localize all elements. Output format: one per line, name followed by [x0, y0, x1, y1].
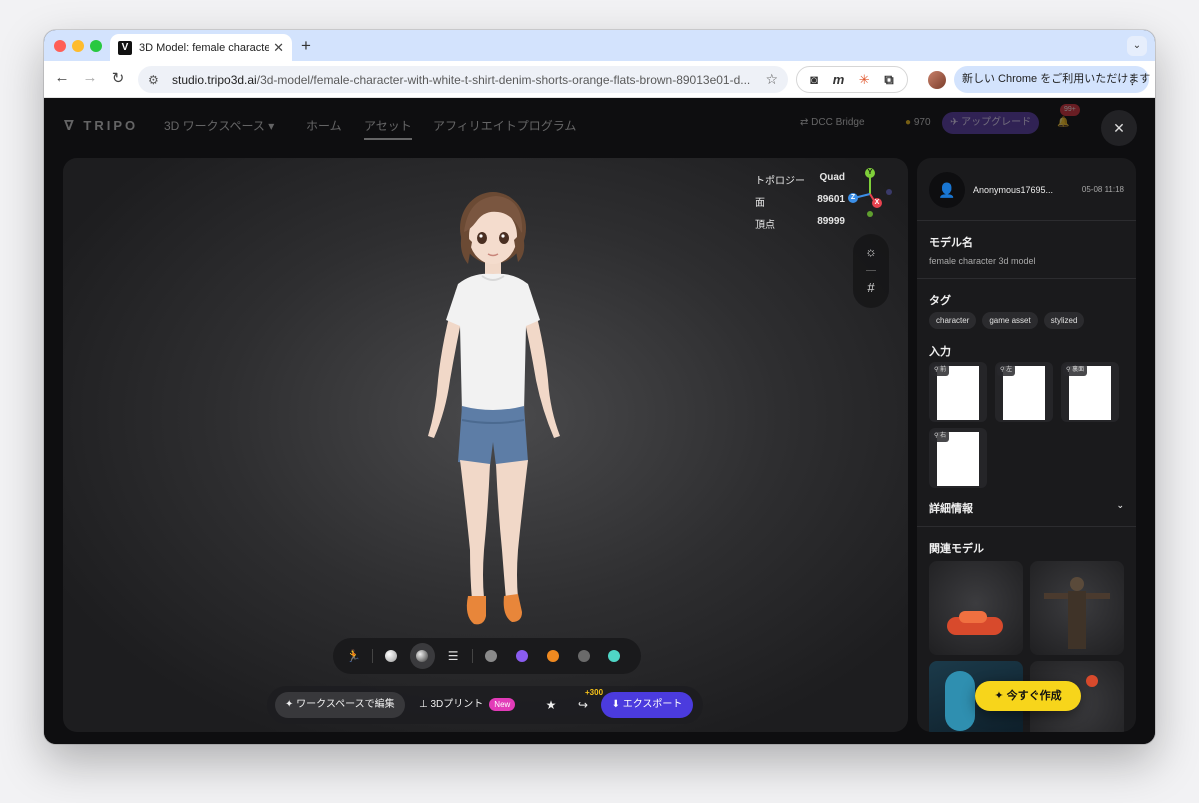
material-toolbar: 🏃 ☰: [333, 638, 641, 674]
browser-toolbar: ← → ↻ ⚙ studio.tripo3d.ai/3d-model/femal…: [44, 61, 1155, 98]
back-icon[interactable]: ←: [52, 69, 72, 86]
shading-solid-button[interactable]: [379, 643, 404, 669]
material-color-1: [484, 650, 497, 662]
sun-icon[interactable]: ☼: [853, 244, 889, 259]
user-icon[interactable]: 👤: [929, 172, 965, 208]
material-color-2: [515, 650, 528, 662]
tag-game-asset[interactable]: game asset: [982, 312, 1038, 329]
m-extension-icon[interactable]: m: [833, 72, 845, 87]
export-button[interactable]: ⬇ エクスポート: [601, 692, 693, 718]
sliders-icon[interactable]: ☰: [441, 643, 466, 669]
model-name-title: モデル名: [929, 237, 973, 249]
input-thumb-back[interactable]: ⚲ 裏面: [1061, 362, 1119, 422]
model-info-panel: 👤 Anonymous17695... 05-08 11:18 モデル名 fem…: [917, 158, 1136, 732]
notification-count: 99+: [1060, 104, 1080, 116]
site-info-icon[interactable]: ⚙: [148, 73, 164, 87]
top-navigation: ∇ TRIPO 3D ワークスペース ▾ ホーム アセット アフィリエイトプログ…: [44, 98, 1155, 150]
material-ball-4[interactable]: [571, 643, 596, 669]
upgrade-button[interactable]: ✈ アップグレード: [942, 112, 1040, 134]
browser-tab[interactable]: V 3D Model: female character w ✕: [110, 34, 292, 61]
details-section[interactable]: 詳細情報 ⌄: [929, 500, 1124, 516]
create-now-button[interactable]: ✦ 今すぐ作成: [975, 681, 1081, 711]
related-model-2[interactable]: [1030, 561, 1124, 655]
author-row: 👤 Anonymous17695... 05-08 11:18: [929, 172, 1124, 208]
created-date: 05-08 11:18: [1081, 185, 1124, 194]
share-points: +300: [585, 688, 604, 697]
character-model[interactable]: [398, 180, 578, 630]
y-axis-icon[interactable]: Y: [865, 168, 875, 178]
asterisk-extension-icon[interactable]: ✳: [859, 72, 870, 88]
workspace-menu[interactable]: 3D ワークスペース ▾: [164, 117, 274, 134]
material-ball-3[interactable]: [540, 643, 565, 669]
close-window-button[interactable]: [54, 40, 66, 52]
tab-title: 3D Model: female character w: [139, 41, 269, 54]
address-bar[interactable]: ⚙ studio.tripo3d.ai/3d-model/female-char…: [138, 66, 788, 93]
credits-badge[interactable]: ● 970: [897, 112, 939, 134]
stat-topology: トポロジー Quad: [755, 172, 845, 187]
nav-home[interactable]: ホーム: [306, 117, 342, 134]
edit-in-workspace-button[interactable]: ✦ ワークスペースで編集: [275, 692, 405, 718]
reload-icon[interactable]: ↻: [108, 69, 128, 87]
chrome-update-button[interactable]: 新しい Chrome をご利用いただけます ⋮: [954, 66, 1150, 93]
maximize-window-button[interactable]: [90, 40, 102, 52]
dcc-bridge-button[interactable]: ⇄ DCC Bridge: [792, 112, 873, 134]
stat-faces: 面 89601: [755, 194, 845, 209]
star-icon[interactable]: ★: [539, 692, 563, 718]
new-tab-button[interactable]: +: [301, 36, 311, 56]
tag-character[interactable]: character: [929, 312, 977, 329]
viewer-tools: ☼ #: [853, 234, 889, 308]
action-bar: ✦ ワークスペースで編集 ⊥ 3Dプリント New ★ ↪ +300 ⬇ エクスポ…: [267, 686, 703, 724]
material-ball-5[interactable]: [602, 643, 627, 669]
material-color-4: [577, 650, 590, 662]
nav-assets[interactable]: アセット: [364, 117, 412, 140]
author-name[interactable]: Anonymous17695...: [973, 185, 1061, 195]
tag-stylized[interactable]: stylized: [1043, 312, 1085, 329]
input-title: 入力: [929, 346, 951, 358]
tab-strip: V 3D Model: female character w ✕ + ⌄: [44, 30, 1155, 61]
3d-print-button[interactable]: ⊥ 3Dプリント New: [419, 692, 516, 718]
camera-icon[interactable]: ◙: [810, 72, 818, 87]
close-icon[interactable]: ✕: [1101, 110, 1137, 146]
tab-search-button[interactable]: ⌄: [1127, 36, 1147, 56]
material-ball-1[interactable]: [478, 643, 503, 669]
model-stats: トポロジー Quad 面 89601 頂点 89999: [755, 168, 845, 234]
app-area: ∇ TRIPO 3D ワークスペース ▾ ホーム アセット アフィリエイトプログ…: [44, 98, 1155, 744]
forward-icon[interactable]: →: [80, 69, 100, 86]
related-models-title: 関連モデル: [929, 543, 984, 555]
extensions-group: ◙ m ✳ ⧉: [796, 66, 908, 93]
minimize-window-button[interactable]: [72, 40, 84, 52]
stat-vertices: 頂点 89999: [755, 216, 845, 231]
nav-affiliate[interactable]: アフィリエイトプログラム: [433, 117, 576, 134]
chevron-down-icon: ⌄: [1116, 500, 1124, 510]
model-name-value: female character 3d model: [929, 256, 1036, 266]
grid-icon[interactable]: #: [853, 280, 889, 295]
browser-window: V 3D Model: female character w ✕ + ⌄ ← →…: [44, 30, 1155, 744]
input-thumb-left[interactable]: ⚲ 左: [995, 362, 1053, 422]
animation-icon[interactable]: 🏃: [341, 643, 366, 669]
tab-close-icon[interactable]: ✕: [273, 40, 284, 56]
x-axis-icon[interactable]: X: [872, 198, 882, 208]
input-thumb-front[interactable]: ⚲ 前: [929, 362, 987, 422]
tripo-logo[interactable]: ∇ TRIPO: [64, 117, 138, 134]
related-model-1[interactable]: [929, 561, 1023, 655]
tags-title: タグ: [929, 295, 951, 307]
profile-avatar[interactable]: [928, 71, 946, 89]
puzzle-icon[interactable]: ⧉: [884, 72, 893, 88]
menu-dots-icon: ⋮: [1126, 72, 1139, 87]
tag-list: character game asset stylized: [929, 312, 1085, 329]
bookmark-star-icon[interactable]: ☆: [765, 71, 778, 88]
material-ball-2[interactable]: [509, 643, 534, 669]
material-color-3: [546, 650, 559, 662]
url-text: studio.tripo3d.ai/3d-model/female-charac…: [172, 72, 751, 87]
tripo-logo-icon: V: [118, 40, 132, 55]
shading-textured-button[interactable]: [409, 643, 435, 669]
z-axis-icon[interactable]: Z: [848, 193, 858, 203]
model-viewer[interactable]: トポロジー Quad 面 89601 頂点 89999 Y Z X ☼ # 🏃 …: [63, 158, 908, 732]
input-thumb-right[interactable]: ⚲ 右: [929, 428, 987, 488]
axis-gizmo[interactable]: Y Z X: [845, 168, 895, 220]
new-badge: New: [489, 697, 516, 711]
material-color-5: [608, 650, 621, 662]
